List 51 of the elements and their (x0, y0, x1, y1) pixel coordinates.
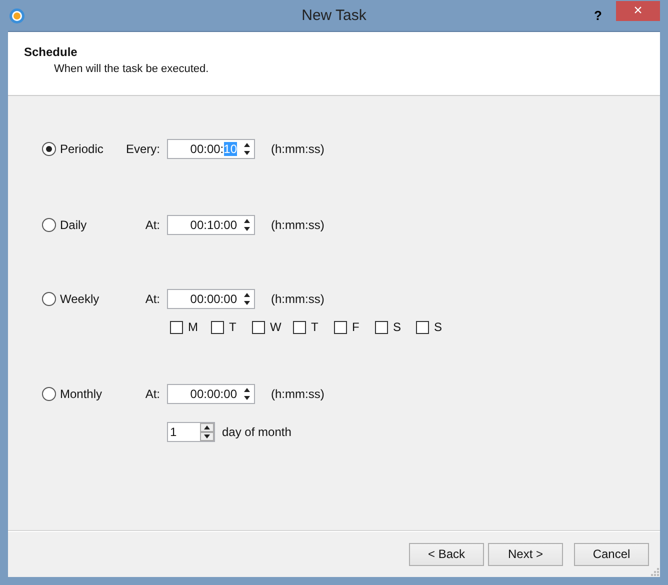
spinner-arrows-icon[interactable] (243, 142, 251, 156)
window-title: New Task (302, 7, 366, 24)
spinner-arrows-icon[interactable] (243, 387, 251, 401)
time-field[interactable]: 00:00:00 (167, 384, 255, 404)
field-label: Every: (124, 142, 160, 156)
field-label: At: (144, 292, 160, 306)
radio-label[interactable]: Weekly (60, 292, 100, 306)
spinner-buttons-icon[interactable] (200, 423, 214, 441)
radio-button[interactable] (42, 142, 56, 156)
radio-button[interactable] (42, 218, 56, 232)
spinner-arrows-icon[interactable] (243, 218, 251, 232)
day-label[interactable]: S (434, 320, 442, 334)
spinner-arrows-icon[interactable] (243, 292, 251, 306)
day-label[interactable]: M (188, 320, 198, 334)
time-field[interactable]: 00:00:00 (167, 289, 255, 309)
day-label[interactable]: S (393, 320, 402, 334)
field-label: At: (144, 218, 160, 232)
day-label[interactable]: T (311, 320, 318, 334)
radio-label[interactable]: Periodic (60, 142, 104, 156)
day-label[interactable]: W (270, 320, 282, 334)
close-button[interactable]: × (616, 0, 660, 20)
radio-button[interactable] (42, 292, 56, 306)
checkbox[interactable] (416, 320, 429, 334)
checkbox[interactable] (252, 320, 265, 334)
page-subtitle: When will the task be executed. (54, 63, 210, 75)
dialog-button[interactable]: Next > (488, 542, 563, 566)
checkbox[interactable] (293, 320, 306, 334)
format-hint: (h:mm:ss) (271, 292, 324, 306)
dialog-button[interactable]: Cancel (574, 542, 649, 566)
checkbox[interactable] (375, 320, 388, 334)
day-label[interactable]: F (352, 320, 360, 334)
help-button[interactable]: ? (586, 6, 610, 26)
format-hint: (h:mm:ss) (271, 142, 324, 156)
checkbox[interactable] (334, 320, 347, 334)
dialog-button[interactable]: < Back (409, 542, 484, 566)
checkbox[interactable] (211, 320, 224, 334)
radio-label[interactable]: Monthly (60, 387, 102, 401)
format-hint: (h:mm:ss) (271, 218, 324, 232)
checkbox[interactable] (170, 320, 183, 334)
field-label: At: (144, 387, 160, 401)
radio-button[interactable] (42, 387, 56, 401)
page-title: Schedule (24, 45, 78, 59)
radio-label[interactable]: Daily (60, 218, 87, 232)
app-logo-icon (9, 8, 25, 24)
day-label[interactable]: T (229, 320, 236, 334)
field-label: day of month (222, 425, 292, 439)
day-number-field[interactable]: 1 (167, 422, 215, 442)
format-hint: (h:mm:ss) (271, 387, 324, 401)
time-field[interactable]: 00:10:00 (167, 215, 255, 235)
resize-grip-icon[interactable] (651, 568, 659, 576)
time-field[interactable]: 00:00:10 (167, 139, 255, 159)
